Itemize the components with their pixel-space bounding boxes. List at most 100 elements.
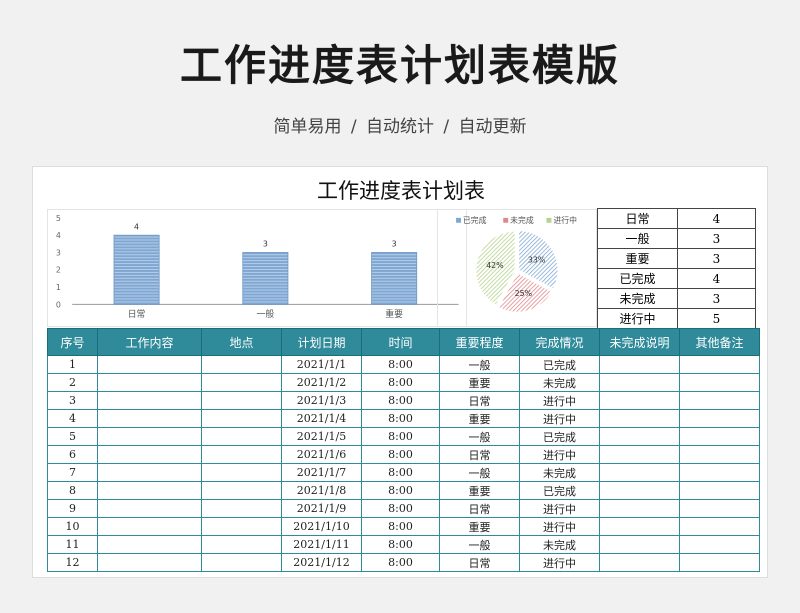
summary-label[interactable]: 未完成 bbox=[597, 288, 678, 309]
table-cell[interactable] bbox=[679, 427, 760, 446]
table-cell[interactable]: 一般 bbox=[439, 355, 520, 374]
table-cell[interactable]: 2021/1/11 bbox=[281, 535, 362, 554]
table-cell[interactable] bbox=[599, 355, 680, 374]
column-header[interactable]: 其他备注 bbox=[679, 328, 760, 356]
table-cell[interactable] bbox=[201, 517, 282, 536]
summary-label[interactable]: 进行中 bbox=[597, 308, 678, 329]
summary-value[interactable]: 3 bbox=[677, 248, 756, 269]
table-cell[interactable] bbox=[679, 445, 760, 464]
table-cell[interactable]: 未完成 bbox=[519, 373, 600, 392]
table-cell[interactable] bbox=[679, 553, 760, 572]
table-cell[interactable] bbox=[97, 481, 202, 500]
table-cell[interactable] bbox=[97, 355, 202, 374]
table-cell[interactable]: 一般 bbox=[439, 427, 520, 446]
table-cell[interactable]: 9 bbox=[47, 499, 98, 518]
table-cell[interactable] bbox=[97, 463, 202, 482]
table-cell[interactable]: 8:00 bbox=[361, 517, 440, 536]
table-cell[interactable]: 2021/1/3 bbox=[281, 391, 362, 410]
table-cell[interactable]: 3 bbox=[47, 391, 98, 410]
summary-label[interactable]: 已完成 bbox=[597, 268, 678, 289]
table-cell[interactable] bbox=[599, 445, 680, 464]
table-cell[interactable] bbox=[679, 355, 760, 374]
table-cell[interactable]: 重要 bbox=[439, 481, 520, 500]
table-cell[interactable] bbox=[679, 481, 760, 500]
table-cell[interactable] bbox=[599, 391, 680, 410]
table-cell[interactable] bbox=[201, 481, 282, 500]
bar[interactable] bbox=[113, 234, 160, 305]
table-cell[interactable] bbox=[97, 409, 202, 428]
table-cell[interactable]: 8:00 bbox=[361, 373, 440, 392]
summary-value[interactable]: 4 bbox=[677, 208, 756, 229]
table-cell[interactable]: 日常 bbox=[439, 445, 520, 464]
table-cell[interactable]: 2021/1/10 bbox=[281, 517, 362, 536]
summary-value[interactable]: 3 bbox=[677, 288, 756, 309]
table-cell[interactable]: 2021/1/6 bbox=[281, 445, 362, 464]
table-cell[interactable]: 2021/1/2 bbox=[281, 373, 362, 392]
table-cell[interactable] bbox=[679, 517, 760, 536]
bar[interactable] bbox=[242, 252, 289, 305]
table-cell[interactable] bbox=[201, 499, 282, 518]
table-cell[interactable]: 未完成 bbox=[519, 535, 600, 554]
table-cell[interactable] bbox=[679, 499, 760, 518]
table-cell[interactable]: 8:00 bbox=[361, 409, 440, 428]
column-header[interactable]: 地点 bbox=[201, 328, 282, 356]
column-header[interactable]: 重要程度 bbox=[439, 328, 520, 356]
table-cell[interactable] bbox=[97, 499, 202, 518]
table-cell[interactable]: 2021/1/12 bbox=[281, 553, 362, 572]
table-cell[interactable]: 2021/1/5 bbox=[281, 427, 362, 446]
table-cell[interactable]: 进行中 bbox=[519, 409, 600, 428]
column-header[interactable]: 未完成说明 bbox=[599, 328, 680, 356]
column-header[interactable]: 计划日期 bbox=[281, 328, 362, 356]
table-cell[interactable]: 4 bbox=[47, 409, 98, 428]
table-cell[interactable]: 2 bbox=[47, 373, 98, 392]
table-cell[interactable] bbox=[97, 373, 202, 392]
table-cell[interactable]: 8:00 bbox=[361, 355, 440, 374]
table-cell[interactable]: 8:00 bbox=[361, 463, 440, 482]
table-cell[interactable] bbox=[599, 463, 680, 482]
summary-value[interactable]: 4 bbox=[677, 268, 756, 289]
table-cell[interactable]: 日常 bbox=[439, 553, 520, 572]
table-cell[interactable] bbox=[201, 445, 282, 464]
table-cell[interactable]: 2021/1/4 bbox=[281, 409, 362, 428]
table-cell[interactable] bbox=[599, 535, 680, 554]
table-cell[interactable] bbox=[201, 427, 282, 446]
table-cell[interactable]: 7 bbox=[47, 463, 98, 482]
table-cell[interactable]: 进行中 bbox=[519, 391, 600, 410]
table-cell[interactable]: 日常 bbox=[439, 391, 520, 410]
table-cell[interactable]: 5 bbox=[47, 427, 98, 446]
table-cell[interactable]: 8:00 bbox=[361, 481, 440, 500]
table-cell[interactable]: 8:00 bbox=[361, 445, 440, 464]
table-cell[interactable] bbox=[599, 481, 680, 500]
table-cell[interactable] bbox=[97, 427, 202, 446]
table-cell[interactable]: 8:00 bbox=[361, 553, 440, 572]
table-cell[interactable] bbox=[599, 517, 680, 536]
summary-label[interactable]: 重要 bbox=[597, 248, 678, 269]
table-cell[interactable] bbox=[599, 427, 680, 446]
table-cell[interactable]: 10 bbox=[47, 517, 98, 536]
summary-value[interactable]: 5 bbox=[677, 308, 756, 329]
table-cell[interactable]: 重要 bbox=[439, 517, 520, 536]
table-cell[interactable] bbox=[97, 535, 202, 554]
table-cell[interactable] bbox=[201, 409, 282, 428]
table-cell[interactable]: 已完成 bbox=[519, 481, 600, 500]
table-cell[interactable] bbox=[201, 535, 282, 554]
table-cell[interactable] bbox=[201, 463, 282, 482]
table-cell[interactable]: 6 bbox=[47, 445, 98, 464]
table-cell[interactable] bbox=[201, 373, 282, 392]
table-cell[interactable]: 进行中 bbox=[519, 517, 600, 536]
table-cell[interactable]: 进行中 bbox=[519, 553, 600, 572]
table-cell[interactable]: 8 bbox=[47, 481, 98, 500]
table-cell[interactable] bbox=[679, 391, 760, 410]
table-cell[interactable] bbox=[679, 535, 760, 554]
table-cell[interactable]: 12 bbox=[47, 553, 98, 572]
table-cell[interactable]: 重要 bbox=[439, 373, 520, 392]
table-cell[interactable]: 一般 bbox=[439, 463, 520, 482]
table-cell[interactable]: 2021/1/8 bbox=[281, 481, 362, 500]
table-cell[interactable] bbox=[599, 553, 680, 572]
table-cell[interactable]: 8:00 bbox=[361, 499, 440, 518]
summary-label[interactable]: 日常 bbox=[597, 208, 678, 229]
table-cell[interactable]: 2021/1/7 bbox=[281, 463, 362, 482]
table-cell[interactable]: 重要 bbox=[439, 409, 520, 428]
table-cell[interactable] bbox=[97, 391, 202, 410]
table-cell[interactable] bbox=[201, 553, 282, 572]
